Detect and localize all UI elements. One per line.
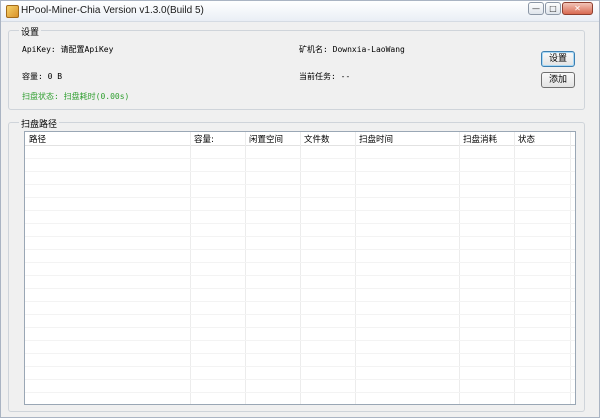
title-bar[interactable]: HPool-Miner-Chia Version v1.3.0(Build 5)… (1, 1, 599, 22)
column-header-scan-time[interactable]: 扫盘时间 (359, 133, 393, 145)
column-divider[interactable] (190, 132, 191, 404)
app-icon (6, 5, 19, 18)
column-header-capacity[interactable]: 容量: (194, 133, 214, 145)
window-title: HPool-Miner-Chia Version v1.3.0(Build 5) (21, 5, 204, 16)
column-header-file-count[interactable]: 文件数 (304, 133, 330, 145)
column-divider[interactable] (570, 132, 571, 404)
empty-row-line (25, 210, 575, 211)
column-header-path[interactable]: 路径 (29, 133, 46, 145)
empty-row-line (25, 275, 575, 276)
maximize-button[interactable]: □ (545, 2, 561, 15)
settings-group-title: 设置 (19, 25, 42, 38)
empty-row-line (25, 301, 575, 302)
empty-row-line (25, 288, 575, 289)
empty-row-line (25, 353, 575, 354)
settings-button[interactable]: 设置 (541, 51, 575, 67)
column-header-status[interactable]: 状态 (518, 133, 535, 145)
empty-row-line (25, 249, 575, 250)
empty-row-line (25, 379, 575, 380)
empty-row-line (25, 262, 575, 263)
empty-row-line (25, 197, 575, 198)
scan-paths-group-title: 扫盘路径 (19, 117, 60, 130)
column-header-scan-cost[interactable]: 扫盘消耗 (463, 133, 497, 145)
empty-row-line (25, 366, 575, 367)
column-divider[interactable] (300, 132, 301, 404)
minimize-button[interactable]: — (528, 2, 544, 15)
empty-row-line (25, 340, 575, 341)
empty-row-line (25, 158, 575, 159)
scan-status-label: 扫盘状态: 扫盘耗时(0.00s) (22, 92, 130, 101)
column-divider[interactable] (459, 132, 460, 404)
empty-row-line (25, 236, 575, 237)
capacity-label: 容量: 0 B (22, 72, 63, 81)
empty-row-line (25, 392, 575, 393)
current-task-label: 当前任务: -- (299, 72, 351, 81)
column-divider[interactable] (245, 132, 246, 404)
empty-row-line (25, 314, 575, 315)
empty-row-line (25, 184, 575, 185)
empty-row-line (25, 171, 575, 172)
add-button[interactable]: 添加 (541, 72, 575, 88)
close-button[interactable]: ✕ (562, 2, 593, 15)
scan-paths-list[interactable]: 路径 容量: 闲置空间 文件数 扫盘时间 扫盘消耗 状态 (24, 131, 576, 405)
miner-name-label: 矿机名: Downxia-LaoWang (299, 45, 405, 54)
column-header-free-space[interactable]: 闲置空间 (249, 133, 283, 145)
column-divider[interactable] (514, 132, 515, 404)
apikey-label: ApiKey: 请配置ApiKey (22, 45, 114, 54)
empty-row-line (25, 223, 575, 224)
column-divider[interactable] (355, 132, 356, 404)
empty-row-line (25, 327, 575, 328)
